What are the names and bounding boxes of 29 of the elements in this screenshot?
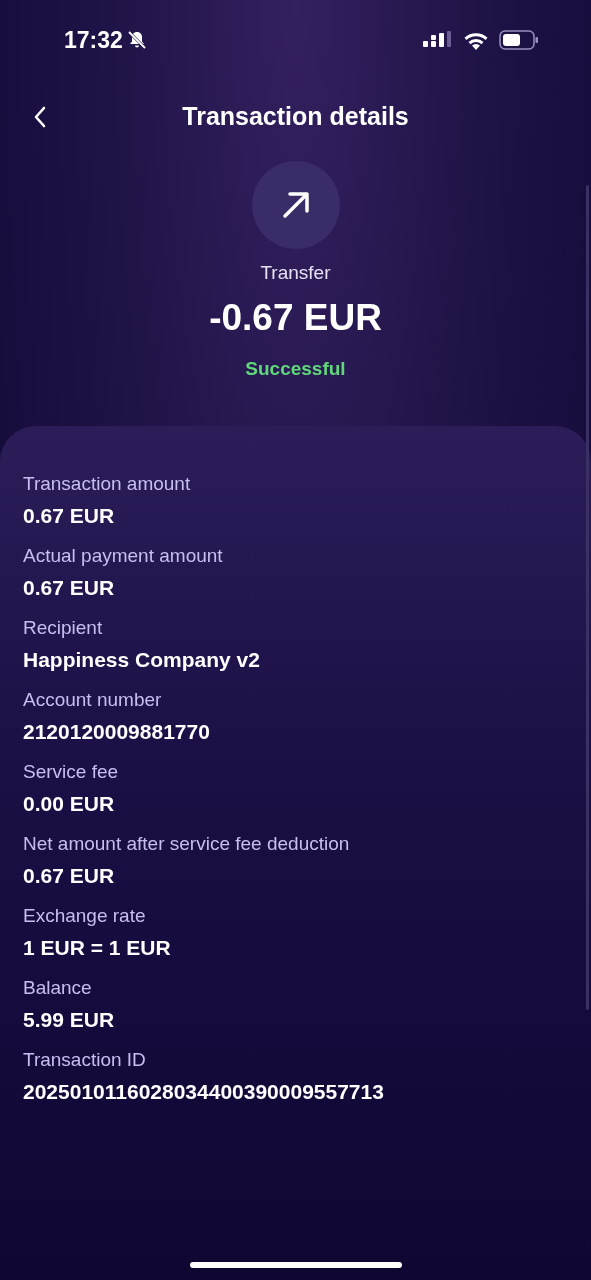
back-icon [33,106,47,128]
detail-label: Net amount after service fee deduction [23,832,351,856]
detail-value: 2120120009881770 [23,719,211,744]
arrow-up-right-icon [280,190,311,220]
detail-label: Service fee [23,760,120,784]
detail-value: 0.67 EUR [23,863,116,888]
detail-label: Account number [23,688,163,712]
status-time: 17:32 [64,25,123,55]
detail-value: 5.99 EUR [23,1007,116,1032]
transaction-total: -0.67 EUR [209,295,382,340]
battery-icon [499,30,539,50]
detail-value: 2025010116028034400390009557713 [23,1079,385,1104]
page-title: Transaction details [182,101,409,133]
detail-label: Transaction ID [23,1048,147,1072]
detail-label: Balance [23,976,93,1000]
detail-label: Exchange rate [23,904,147,928]
detail-value: 0.67 EUR [23,575,116,600]
detail-value: 0.67 EUR [23,503,116,528]
detail-label: Actual payment amount [23,544,224,568]
detail-label: Recipient [23,616,104,640]
bell-off-icon [126,30,147,50]
detail-value: 0.00 EUR [23,791,116,816]
detail-value: 1 EUR = 1 EUR [23,935,172,960]
detail-label: Transaction amount [23,472,192,496]
transaction-type: Transfer [260,261,331,285]
detail-value: Happiness Company v2 [23,647,261,672]
wifi-icon [463,30,489,50]
transaction-status: Successful [245,356,346,381]
signal-icon [423,31,453,49]
